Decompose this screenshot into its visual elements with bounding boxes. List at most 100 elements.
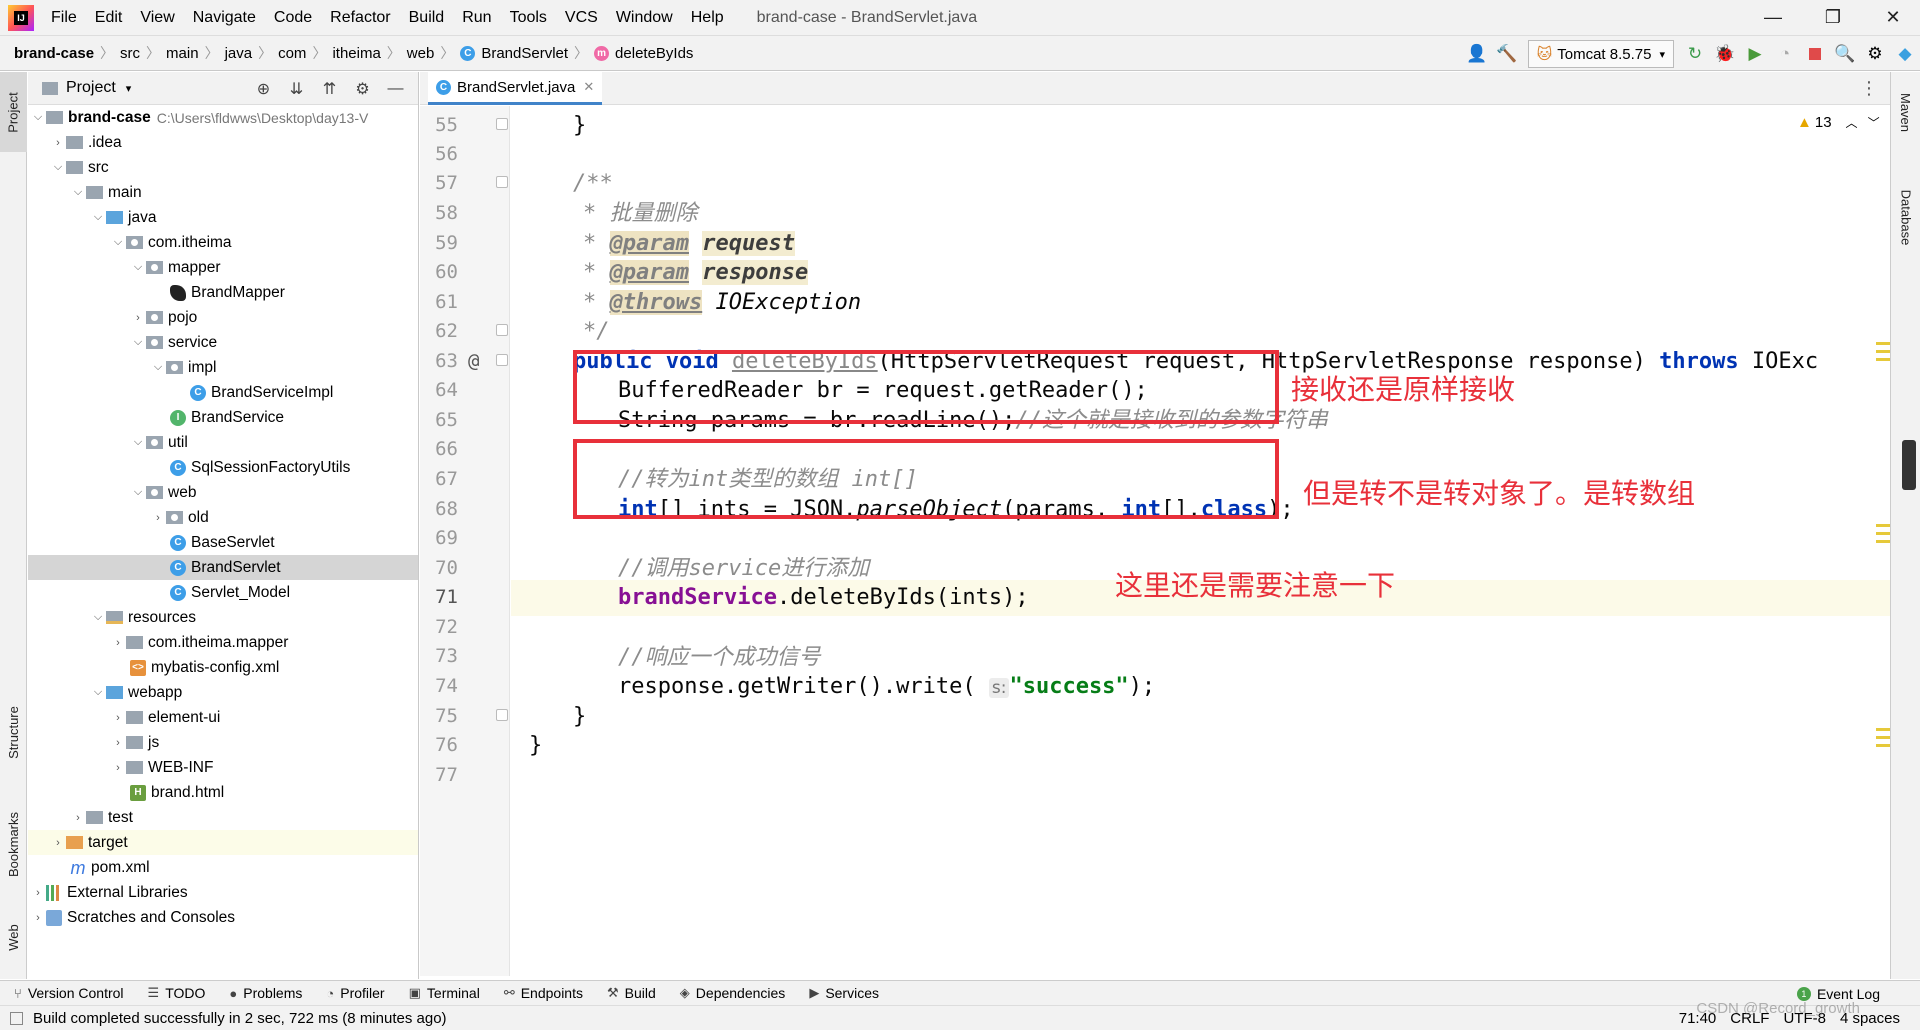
tree-item-webapp[interactable]: ⌵ webapp xyxy=(28,680,418,705)
menu-run[interactable]: Run xyxy=(453,9,500,27)
tree-item-com-itheima[interactable]: ⌵ com.itheima xyxy=(28,230,418,255)
tree-item-brand-html[interactable]: Hbrand.html xyxy=(28,780,418,805)
tool-todo[interactable]: ☰ TODO xyxy=(148,985,206,1001)
tool-profiler[interactable]: ◔ Profiler xyxy=(326,985,384,1001)
breadcrumb-main[interactable]: main xyxy=(160,45,205,62)
menu-build[interactable]: Build xyxy=(400,9,454,27)
tree-item-test[interactable]: › test xyxy=(28,805,418,830)
hide-panel-icon[interactable]: — xyxy=(379,80,412,98)
chevron-down-icon[interactable]: ⌵ xyxy=(150,361,166,374)
tree-item-web-inf[interactable]: › WEB-INF xyxy=(28,755,418,780)
chevron-down-icon[interactable]: ⌵ xyxy=(130,261,146,274)
stop-icon[interactable] xyxy=(1800,39,1830,69)
tool-problems[interactable]: ● Problems xyxy=(229,985,302,1001)
menu-file[interactable]: File xyxy=(42,9,86,27)
tree-item-com-itheima-mapper[interactable]: › com.itheima.mapper xyxy=(28,630,418,655)
run-config-selector[interactable]: 🐱 Tomcat 8.5.75 ▾ xyxy=(1527,40,1674,68)
status-message[interactable]: Build completed successfully in 2 sec, 7… xyxy=(33,1010,447,1027)
tree-item-js[interactable]: › js xyxy=(28,730,418,755)
build-hammer-icon[interactable]: 🔨 xyxy=(1492,39,1522,69)
minimize-button[interactable]: — xyxy=(1748,0,1798,35)
tree-item-mapper[interactable]: ⌵ mapper xyxy=(28,255,418,280)
chevron-down-icon[interactable]: ▾ xyxy=(126,82,132,95)
fold-marker-icon[interactable] xyxy=(496,354,508,366)
chevron-down-icon[interactable]: ⌵ xyxy=(90,686,106,699)
chevron-right-icon[interactable]: › xyxy=(110,762,126,774)
menu-window[interactable]: Window xyxy=(607,9,682,27)
chevron-right-icon[interactable]: › xyxy=(30,912,46,924)
chevron-right-icon[interactable]: › xyxy=(50,137,66,149)
profile-icon[interactable]: ◔ xyxy=(1770,39,1800,69)
chevron-right-icon[interactable]: › xyxy=(130,312,146,324)
chevron-right-icon[interactable]: › xyxy=(70,812,86,824)
chevron-down-icon[interactable]: ⌵ xyxy=(70,186,86,199)
menu-code[interactable]: Code xyxy=(265,9,321,27)
tab-database-stripe[interactable]: Database xyxy=(1891,172,1920,262)
locate-icon[interactable]: ⊕ xyxy=(247,79,280,99)
tool-services[interactable]: ▶ Services xyxy=(809,985,879,1001)
fold-marker-icon[interactable] xyxy=(496,176,508,188)
tree-item-impl[interactable]: ⌵ impl xyxy=(28,355,418,380)
plugin-icon[interactable]: ◆ xyxy=(1890,39,1920,69)
tab-maven-stripe[interactable]: Maven xyxy=(1891,82,1920,142)
chevron-down-icon[interactable]: ⌵ xyxy=(90,611,106,624)
chevron-down-icon[interactable]: ⌵ xyxy=(30,111,46,124)
search-icon[interactable]: 🔍 xyxy=(1830,39,1860,69)
breadcrumb-method[interactable]: m deleteByIds xyxy=(588,45,699,62)
tree-item-java[interactable]: ⌵ java xyxy=(28,205,418,230)
coverage-icon[interactable]: ▶ xyxy=(1740,39,1770,69)
chevron-down-icon[interactable]: ⌵ xyxy=(130,336,146,349)
rerun-icon[interactable]: ↻ xyxy=(1680,39,1710,69)
tree-item-baseservlet[interactable]: C BaseServlet xyxy=(28,530,418,555)
project-panel-title[interactable]: Project xyxy=(66,79,116,97)
tree-item-idea[interactable]: › .idea xyxy=(28,130,418,155)
chevron-down-icon[interactable]: ⌵ xyxy=(90,211,106,224)
gear-icon[interactable]: ⚙ xyxy=(346,79,379,99)
breadcrumb-project[interactable]: brand-case xyxy=(0,45,100,62)
override-annotation-icon[interactable]: @ xyxy=(468,350,479,372)
tree-item-mybatis-config[interactable]: <> mybatis-config.xml xyxy=(28,655,418,680)
more-icon[interactable]: ⋮ xyxy=(1860,78,1878,99)
chevron-right-icon[interactable]: › xyxy=(50,837,66,849)
debug-icon[interactable]: 🐞 xyxy=(1710,39,1740,69)
tree-item-pom[interactable]: m pom.xml xyxy=(28,855,418,880)
warnings-indicator[interactable]: ▲ 13 ︿ ﹀ xyxy=(1797,114,1880,131)
tab-structure-stripe[interactable]: Structure xyxy=(0,687,27,777)
tree-item-brandservice[interactable]: I BrandService xyxy=(28,405,418,430)
tree-item-util[interactable]: ⌵ util xyxy=(28,430,418,455)
chevron-down-icon[interactable]: ⌵ xyxy=(130,436,146,449)
tree-item-element-ui[interactable]: › element-ui xyxy=(28,705,418,730)
chevron-right-icon[interactable]: › xyxy=(110,637,126,649)
tree-item-src[interactable]: ⌵ src xyxy=(28,155,418,180)
tool-dependencies[interactable]: ◈ Dependencies xyxy=(680,985,786,1001)
code-editor[interactable]: } /** * 批量删除 * @param request * @param r… xyxy=(511,106,1890,976)
tree-item-service[interactable]: ⌵ service xyxy=(28,330,418,355)
menu-edit[interactable]: Edit xyxy=(86,9,132,27)
tree-item-pojo[interactable]: › pojo xyxy=(28,305,418,330)
breadcrumb-java[interactable]: java xyxy=(219,45,259,62)
tree-item-main[interactable]: ⌵ main xyxy=(28,180,418,205)
tab-web-stripe[interactable]: Web xyxy=(0,907,27,967)
toggle-tool-windows-icon[interactable] xyxy=(10,1011,23,1025)
tree-item-brandserviceimpl[interactable]: C BrandServiceImpl xyxy=(28,380,418,405)
user-icon[interactable]: 👤 xyxy=(1462,39,1492,69)
menu-tools[interactable]: Tools xyxy=(501,9,556,27)
expand-all-icon[interactable]: ⇊ xyxy=(280,79,313,99)
close-window-button[interactable]: ✕ xyxy=(1868,0,1918,35)
chevron-down-icon[interactable]: ⌵ xyxy=(130,486,146,499)
chevron-right-icon[interactable]: › xyxy=(30,887,46,899)
chevron-right-icon[interactable]: › xyxy=(150,512,166,524)
tree-item-brand-case[interactable]: ⌵ brand-case C:\Users\fldwws\Desktop\day13… xyxy=(28,105,418,130)
tool-version-control[interactable]: ⑂ Version Control xyxy=(14,985,124,1001)
breadcrumb-class[interactable]: C BrandServlet xyxy=(454,45,574,62)
tab-bookmarks-stripe[interactable]: Bookmarks xyxy=(0,797,27,892)
fold-marker-icon[interactable] xyxy=(496,118,508,130)
tool-terminal[interactable]: ▣ Terminal xyxy=(409,985,480,1001)
tab-project-stripe[interactable]: Project xyxy=(0,72,27,152)
chevron-down-icon[interactable]: ⌵ xyxy=(50,161,66,174)
menu-navigate[interactable]: Navigate xyxy=(184,9,265,27)
menu-help[interactable]: Help xyxy=(682,9,733,27)
tab-brandservlet[interactable]: C BrandServlet.java ✕ xyxy=(428,72,603,105)
gear-icon[interactable]: ⚙ xyxy=(1860,39,1890,69)
menu-view[interactable]: View xyxy=(131,9,183,27)
